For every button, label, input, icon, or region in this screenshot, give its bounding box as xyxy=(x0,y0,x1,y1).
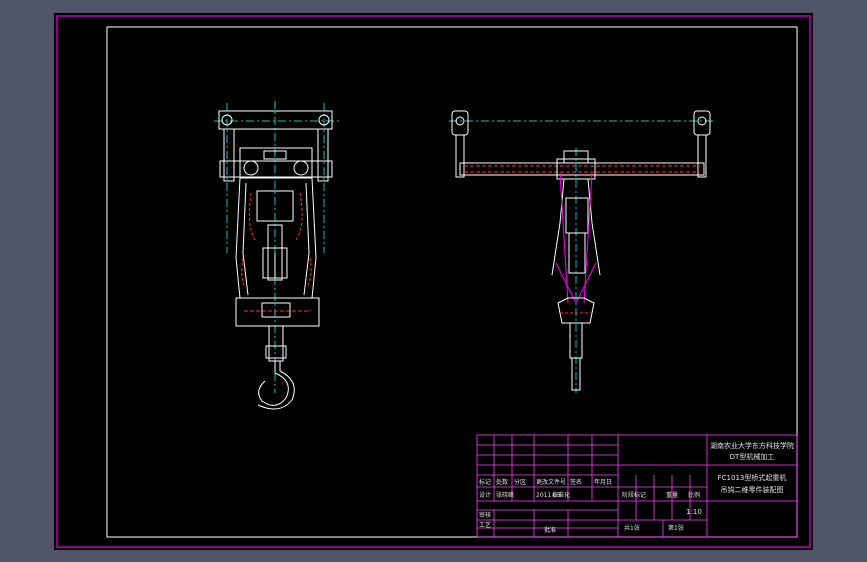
header-mark: 标记 xyxy=(479,478,491,486)
sheet-number: 第1张 xyxy=(668,524,684,532)
institution-line1: 湖南农业大学东方科技学院 xyxy=(710,441,794,450)
header-approve: 批准 xyxy=(544,526,556,534)
drawing-name-line2: 吊钩二维零件装配图 xyxy=(721,485,784,494)
header-stage-mark: 阶段标记 xyxy=(622,491,646,499)
designer-name: 张晓峰 xyxy=(496,491,514,499)
outer-frame xyxy=(56,15,811,548)
scale-value: 1:10 xyxy=(686,508,702,516)
institution-line2: DT型机械加工 xyxy=(730,452,775,461)
drawing-canvas: 湖南农业大学东方科技学院 DT型机械加工 FC1013型桥式起重机 吊钩二维零件… xyxy=(56,15,811,548)
header-signature: 签名 xyxy=(570,478,582,486)
header-review: 审核 xyxy=(479,511,491,519)
header-count: 处数 xyxy=(496,478,508,486)
drawing-name-line1: FC1013型桥式起重机 xyxy=(718,473,787,482)
header-change-doc: 更改文件号 xyxy=(536,478,566,486)
header-process: 工艺 xyxy=(479,521,491,529)
side-view xyxy=(449,110,714,393)
cad-viewport[interactable]: 湖南农业大学东方科技学院 DT型机械加工 FC1013型桥式起重机 吊钩二维零件… xyxy=(54,13,813,550)
front-view xyxy=(214,101,339,410)
inner-frame xyxy=(106,26,798,538)
header-standardize: 标准化 xyxy=(552,491,570,499)
header-scale: 比例 xyxy=(688,491,700,499)
header-weight: 重量 xyxy=(666,491,678,499)
header-zone: 分区 xyxy=(514,478,526,486)
sheets-total: 共1张 xyxy=(624,524,640,532)
header-design: 设计 xyxy=(479,491,491,499)
header-date: 年月日 xyxy=(594,478,612,486)
